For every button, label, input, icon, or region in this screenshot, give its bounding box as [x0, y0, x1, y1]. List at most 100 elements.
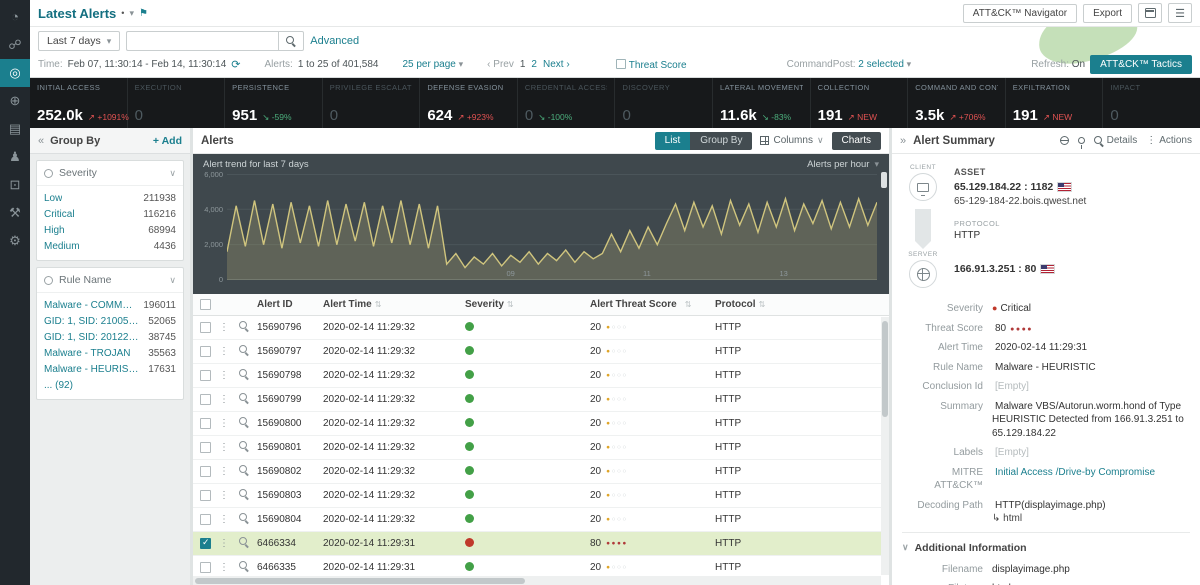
row-menu-icon[interactable]: ⋮ [217, 442, 231, 453]
table-horizontal-scrollbar[interactable] [193, 576, 881, 585]
tactic-column[interactable]: PERSISTENCE 951 ↘ -59% [225, 78, 323, 128]
row-checkbox[interactable] [200, 514, 211, 525]
refresh-toggle[interactable]: Refresh: On [1031, 59, 1085, 70]
tactic-column[interactable]: DISCOVERY 0 [615, 78, 713, 128]
row-menu-icon[interactable]: ⋮ [217, 322, 231, 333]
row-checkbox[interactable] [200, 466, 211, 477]
additional-info-header[interactable]: ∨ Additional Information [902, 532, 1190, 554]
topology-icon[interactable]: ☍ [0, 31, 30, 59]
time-range-select[interactable]: Last 7 days ▾ [38, 31, 120, 51]
details-button[interactable]: Details [1094, 135, 1138, 146]
severity-card-header[interactable]: Severity ∨ [37, 161, 183, 186]
table-row[interactable]: ⋮ 15690799 2020-02-14 11:29:32 20 ●○○○ H… [193, 388, 889, 412]
attck-navigator-button[interactable]: ATT&CK™ Navigator [963, 4, 1077, 23]
per-page-select[interactable]: 25 per page ▾ [402, 59, 463, 70]
chevron-down-icon[interactable]: ∨ [169, 168, 176, 179]
alerts-icon[interactable]: ◎ [0, 59, 30, 87]
table-row[interactable]: ⋮ 15690797 2020-02-14 11:29:32 20 ●○○○ H… [193, 340, 889, 364]
row-zoom-icon[interactable] [231, 369, 257, 382]
groupby-value-link[interactable]: ... (92) [44, 380, 73, 391]
tactic-column[interactable]: DEFENSE EVASION 624 ↗ +923% [420, 78, 518, 128]
actions-button[interactable]: ⋮Actions [1146, 135, 1192, 146]
groupby-value-link[interactable]: High [44, 225, 65, 236]
row-menu-icon[interactable]: ⋮ [217, 538, 231, 549]
tactic-column[interactable]: EXECUTION 0 [128, 78, 226, 128]
row-zoom-icon[interactable] [231, 561, 257, 574]
radio-icon[interactable] [44, 169, 53, 178]
groupby-value-link[interactable]: GID: 1, SID: 2012252, Rev:.. [44, 332, 142, 343]
col-header-threat-score[interactable]: Alert Threat Score⇅ [590, 299, 715, 310]
col-header-alert-time[interactable]: Alert Time⇅ [323, 299, 465, 310]
row-checkbox[interactable] [200, 394, 211, 405]
columns-select[interactable]: Columns ∨ [760, 135, 823, 146]
row-zoom-icon[interactable] [231, 441, 257, 454]
tactic-column[interactable]: INITIAL ACCESS 252.0k ↗ +1091% [30, 78, 128, 128]
row-zoom-icon[interactable] [231, 321, 257, 334]
row-checkbox[interactable] [200, 322, 211, 333]
attck-tactics-button[interactable]: ATT&CK™ Tactics [1090, 55, 1192, 74]
prev-button[interactable]: ‹ Prev [487, 59, 514, 70]
groupby-value-link[interactable]: Low [44, 193, 62, 204]
chart-scrollbar-thumb[interactable] [881, 172, 887, 188]
row-checkbox[interactable] [200, 418, 211, 429]
table-row[interactable]: ⋮ 15690796 2020-02-14 11:29:32 20 ●○○○ H… [193, 316, 889, 340]
chart-scrollbar[interactable] [880, 172, 887, 280]
table-row[interactable]: ⋮ 15690801 2020-02-14 11:29:32 20 ●○○○ H… [193, 436, 889, 460]
threats-icon[interactable]: ⊕ [0, 87, 30, 115]
select-all-checkbox[interactable] [200, 299, 211, 310]
row-checkbox[interactable] [200, 346, 211, 357]
calendar-button[interactable] [1138, 3, 1162, 23]
collapse-panel-icon[interactable]: « [38, 135, 44, 147]
row-zoom-icon[interactable] [231, 489, 257, 502]
export-button[interactable]: Export [1083, 4, 1132, 23]
table-row[interactable]: ⋮ 6466334 2020-02-14 11:29:31 80 ●●●● HT… [193, 532, 889, 556]
scrollbar-thumb[interactable] [195, 578, 525, 584]
row-zoom-icon[interactable] [231, 345, 257, 358]
tactic-column[interactable]: CREDENTIAL ACCESS 0 ↘ -100% [518, 78, 616, 128]
row-checkbox[interactable] [200, 370, 211, 381]
row-menu-icon[interactable]: ⋮ [217, 418, 231, 429]
tactic-column[interactable]: COLLECTION 191 ↗ NEW [811, 78, 909, 128]
table-row[interactable]: ⋮ 15690804 2020-02-14 11:29:32 20 ●○○○ H… [193, 508, 889, 532]
chart-unit-select[interactable]: Alerts per hour ▾ [807, 159, 879, 170]
row-menu-icon[interactable]: ⋮ [217, 562, 231, 573]
table-row[interactable]: ⋮ 15690800 2020-02-14 11:29:32 20 ●○○○ H… [193, 412, 889, 436]
col-header-protocol[interactable]: Protocol⇅ [715, 299, 881, 310]
saved-search-icon[interactable]: ⚑ [139, 8, 148, 19]
groupby-value-link[interactable]: GID: 1, SID: 2100598, Rev:.. [44, 316, 142, 327]
expand-panel-icon[interactable]: » [900, 135, 906, 147]
tactic-column[interactable]: EXFILTRATION 191 ↗ NEW [1006, 78, 1104, 128]
row-menu-icon[interactable]: ⋮ [217, 370, 231, 381]
search-input[interactable] [126, 31, 278, 51]
tactic-column[interactable]: LATERAL MOVEMENT 11.6k ↘ -83% [713, 78, 811, 128]
groupby-view-button[interactable]: Group By [690, 132, 752, 150]
table-row[interactable]: ⋮ 15690803 2020-02-14 11:29:32 20 ●○○○ H… [193, 484, 889, 508]
groupby-value-link[interactable]: Malware - TROJAN [44, 348, 131, 359]
row-menu-icon[interactable]: ⋮ [217, 490, 231, 501]
col-header-alert-id[interactable]: Alert ID [257, 299, 323, 310]
page-2-button[interactable]: 2 [531, 59, 537, 70]
row-zoom-icon[interactable] [231, 417, 257, 430]
groupby-value-link[interactable]: Critical [44, 209, 75, 220]
tactic-column[interactable]: COMMAND AND CONTR... 3.5k ↗ +706% [908, 78, 1006, 128]
table-vertical-scrollbar[interactable] [881, 317, 889, 575]
row-zoom-icon[interactable] [231, 465, 257, 478]
row-menu-icon[interactable]: ⋮ [217, 394, 231, 405]
panel-menu-button[interactable]: ☰ [1168, 3, 1192, 23]
reports-icon[interactable]: ▤ [0, 115, 30, 143]
advanced-link[interactable]: Advanced [310, 35, 359, 47]
row-checkbox[interactable] [200, 538, 211, 549]
tactic-column[interactable]: PRIVILEGE ESCALATION 0 [323, 78, 421, 128]
settings-icon[interactable]: ⚙ [0, 227, 30, 255]
next-button[interactable]: Next › [543, 59, 570, 70]
dashboard-icon[interactable]: ◔ [0, 3, 30, 31]
row-checkbox[interactable] [200, 562, 211, 573]
col-header-severity[interactable]: Severity⇅ [465, 299, 590, 310]
row-checkbox[interactable] [200, 442, 211, 453]
groupby-value-link[interactable]: Malware - HEURISTIC [44, 364, 142, 375]
pin-icon[interactable] [1078, 137, 1085, 144]
threat-score-toggle[interactable]: Threat Score [616, 59, 686, 71]
tactic-column[interactable]: IMPACT 0 [1103, 78, 1200, 128]
table-row[interactable]: ⋮ 6466335 2020-02-14 11:29:31 20 ●○○○ HT… [193, 556, 889, 576]
table-row[interactable]: ⋮ 15690802 2020-02-14 11:29:32 20 ●○○○ H… [193, 460, 889, 484]
